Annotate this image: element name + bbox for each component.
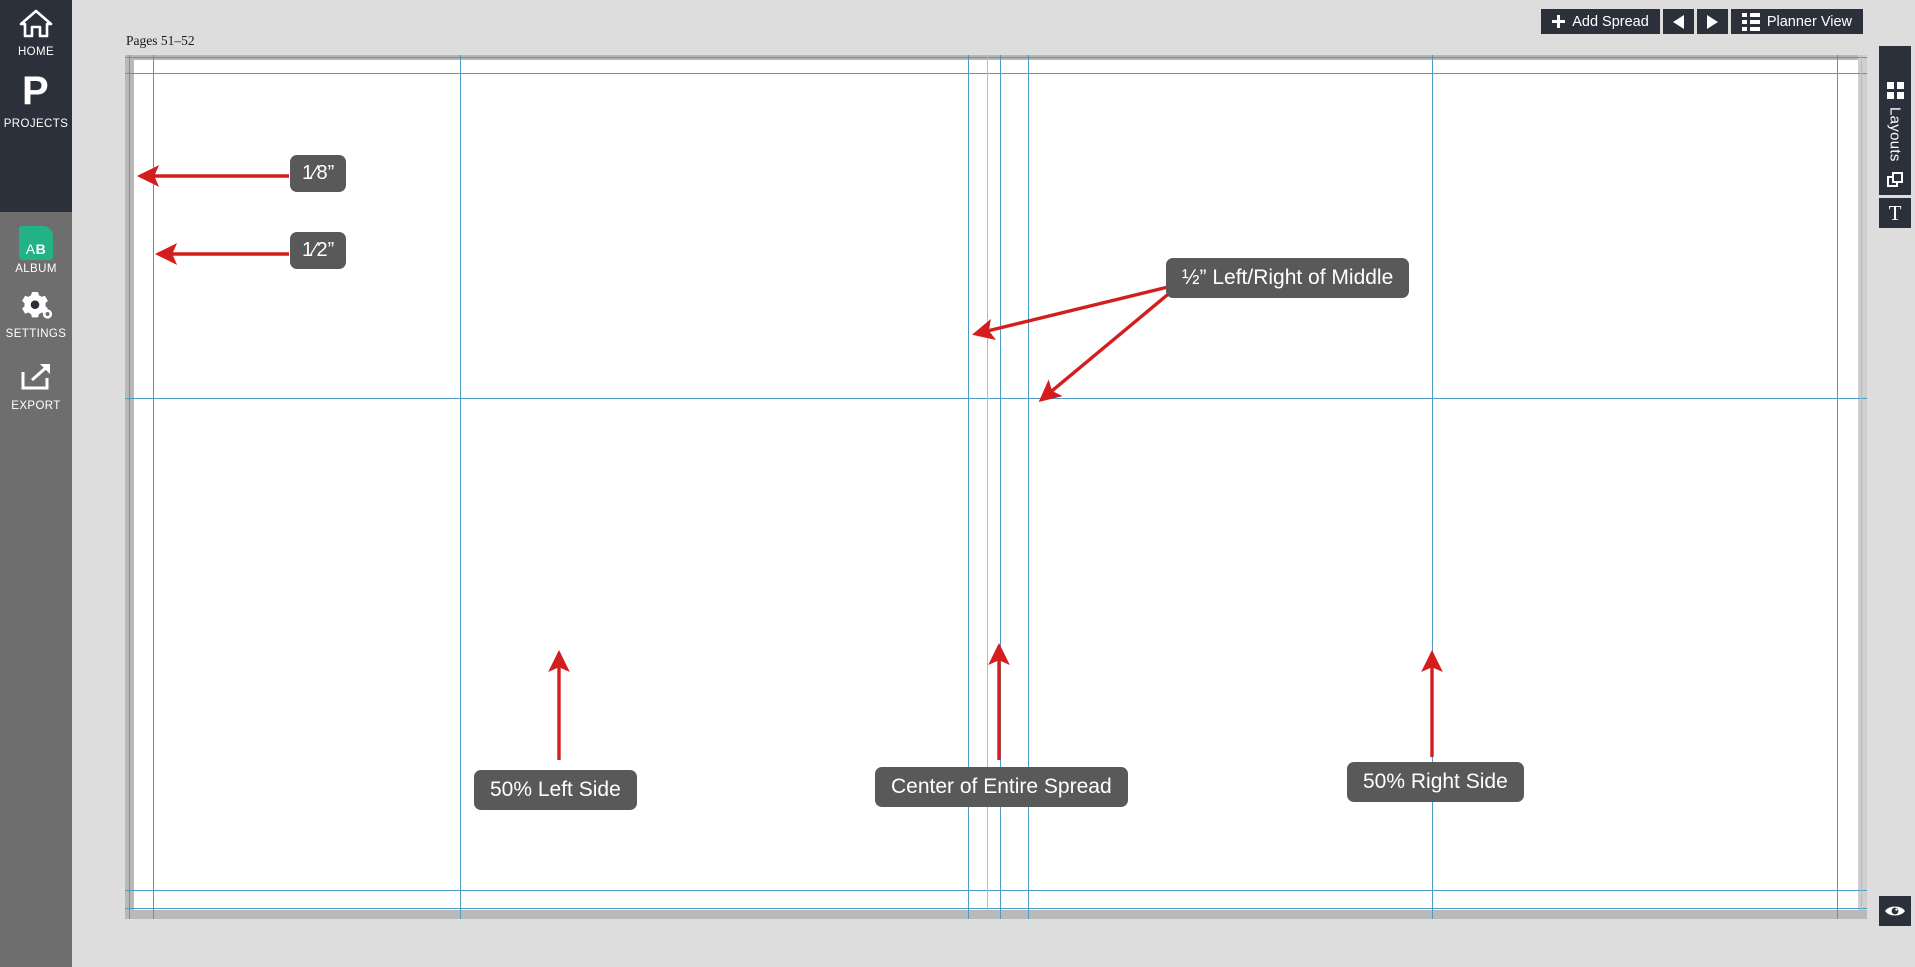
callout-fifty-percent-left-label: 50% Left Side [490,778,621,801]
guide-horizontal-safe-top [125,73,1867,74]
right-sidebar: Layouts T [1872,0,1915,967]
guide-horizontal-bleed-top [125,57,1867,58]
sidebar-item-export-label: EXPORT [11,400,61,412]
duplicate-icon [1887,172,1903,188]
guide-vertical-left-safe [153,55,154,919]
add-spread-button[interactable]: Add Spread [1541,9,1660,34]
app-root: HOME P PROJECTS AB ALBUM SETTINGS EXPORT… [0,0,1915,967]
chevron-right-icon [1706,14,1718,29]
page-range-label: Pages 51–52 [126,33,195,48]
callout-fifty-percent-right-label: 50% Right Side [1363,770,1508,793]
guide-vertical-right-safe [1837,55,1838,919]
chevron-left-icon [1672,14,1684,29]
gear-icon [19,290,53,325]
home-icon [19,8,53,43]
previous-spread-button[interactable] [1662,9,1694,34]
sidebar-item-album[interactable]: AB ALBUM [0,226,72,275]
plus-icon [1552,15,1566,28]
guide-vertical-left-half [460,55,461,919]
album-ab-icon: AB [19,226,53,260]
top-toolbar-buttons: Add Spread Planner View [1541,9,1863,34]
callout-center-of-spread: Center of Entire Spread [875,767,1128,807]
planner-view-button[interactable]: Planner View [1730,9,1863,34]
album-badge-text: AB [25,241,47,257]
eye-icon [1884,904,1906,918]
left-sidebar: HOME P PROJECTS AB ALBUM SETTINGS EXPORT [0,0,72,967]
callout-center-of-spread-label: Center of Entire Spread [891,775,1112,798]
export-share-icon [19,362,53,397]
callout-eighth-inch: 1⁄8” [290,155,347,192]
sidebar-item-projects[interactable]: P PROJECTS [0,69,72,130]
guide-horizontal-bleed-bottom [125,908,1867,909]
guide-horizontal-safe-bottom [125,890,1867,891]
preview-toggle-button[interactable] [1879,896,1911,926]
text-t-icon: T [1888,200,1902,225]
callout-eighth-inch-label: 1⁄8” [302,162,335,184]
callout-fifty-percent-left: 50% Left Side [474,770,637,810]
callout-half-inch-of-middle-label: ½” Left/Right of Middle [1182,266,1394,289]
sidebar-item-export[interactable]: EXPORT [0,362,72,412]
guide-vertical-right-bleed [1861,55,1862,919]
duplicate-panel-button[interactable] [1879,165,1911,195]
top-toolbar: Add Spread Planner View [72,0,1915,36]
text-tool-button[interactable]: T [1879,198,1911,228]
canvas-bottom-edge [125,910,1867,919]
layouts-label: Layouts [1886,106,1904,162]
sidebar-item-projects-label: PROJECTS [3,118,69,130]
callout-half-inch-label: 1⁄2” [302,239,335,261]
projects-p-icon: P [20,69,52,115]
guide-horizontal-middle [125,398,1867,399]
next-spread-button[interactable] [1696,9,1728,34]
callout-half-inch: 1⁄2” [290,232,347,269]
sidebar-item-home[interactable]: HOME [0,8,72,58]
canvas-right-edge [1858,55,1867,919]
svg-text:P: P [22,72,49,110]
callout-fifty-percent-right: 50% Right Side [1347,762,1524,802]
add-spread-label: Add Spread [1572,13,1649,30]
sidebar-item-settings[interactable]: SETTINGS [0,290,72,340]
planner-grid-icon [1741,12,1760,31]
sidebar-item-settings-label: SETTINGS [5,328,67,340]
planner-view-label: Planner View [1766,13,1852,30]
sidebar-item-album-label: ALBUM [15,263,57,275]
sidebar-item-home-label: HOME [17,46,55,58]
guide-vertical-left-bleed [129,55,130,919]
grid-icon [1886,81,1904,99]
callout-half-inch-of-middle: ½” Left/Right of Middle [1166,258,1410,298]
